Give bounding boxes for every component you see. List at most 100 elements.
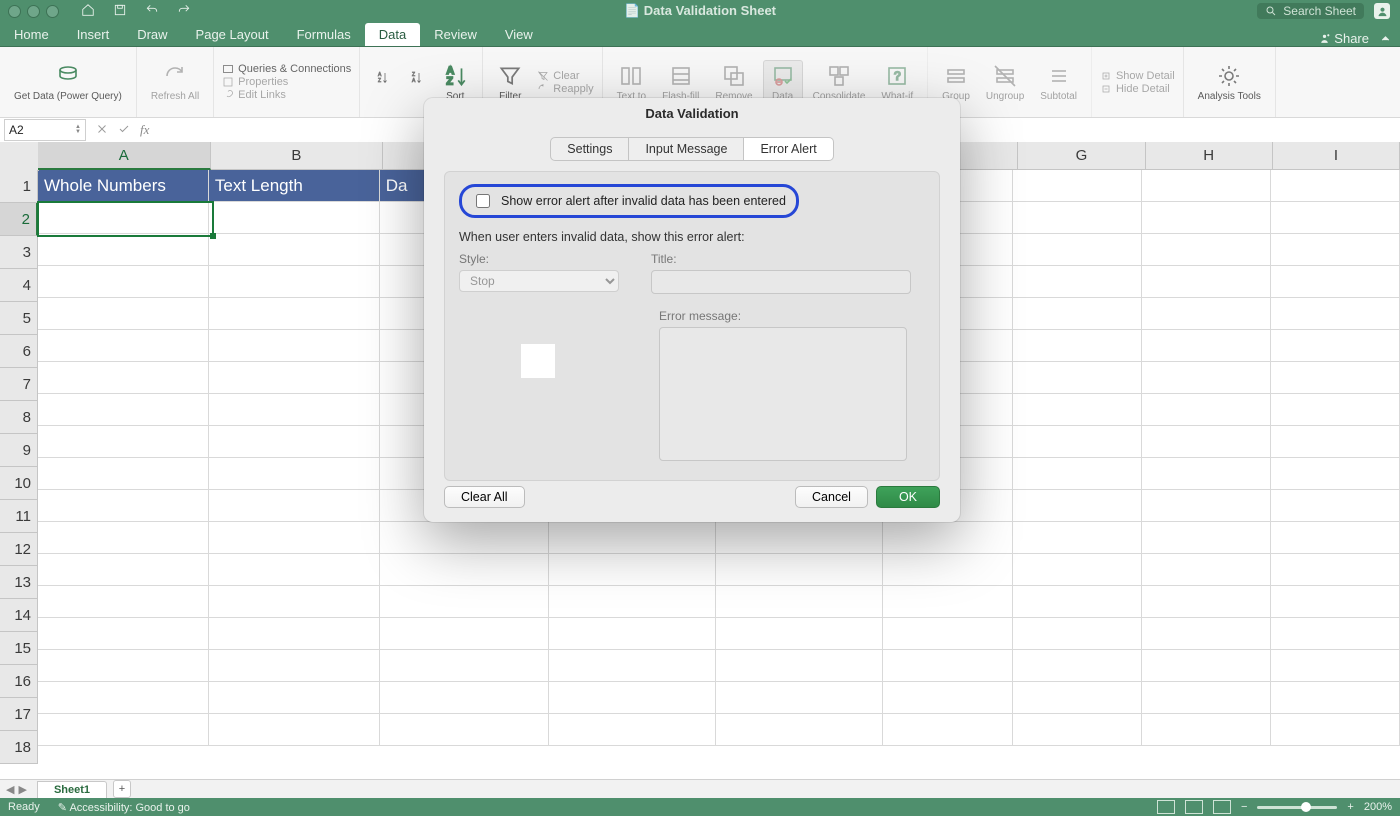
tab-formulas[interactable]: Formulas (283, 23, 365, 46)
cell-H1[interactable] (1142, 170, 1271, 202)
clear-filter-button[interactable]: Clear (537, 70, 579, 82)
cell-I2[interactable] (1271, 202, 1400, 234)
tab-draw[interactable]: Draw (123, 23, 181, 46)
cell-C15[interactable] (380, 618, 549, 650)
cell-E12[interactable] (716, 522, 883, 554)
cell-D13[interactable] (549, 554, 716, 586)
column-header-B[interactable]: B (211, 142, 384, 170)
cell-H2[interactable] (1142, 202, 1271, 234)
window-traffic-lights[interactable] (0, 5, 59, 18)
cell-E18[interactable] (716, 714, 883, 746)
row-header-16[interactable]: 16 (0, 665, 38, 698)
enter-formula-icon[interactable] (118, 123, 130, 138)
cell-G2[interactable] (1013, 202, 1142, 234)
cell-E16[interactable] (716, 650, 883, 682)
tab-view[interactable]: View (491, 23, 547, 46)
row-header-1[interactable]: 1 (0, 170, 38, 203)
sort-az-button[interactable]: AZ (368, 61, 398, 103)
cell-I12[interactable] (1271, 522, 1400, 554)
cell-A10[interactable] (38, 458, 209, 490)
cell-E17[interactable] (716, 682, 883, 714)
save-icon[interactable] (113, 3, 127, 20)
row-header-15[interactable]: 15 (0, 632, 38, 665)
row-header-5[interactable]: 5 (0, 302, 38, 335)
row-header-2[interactable]: 2 (0, 203, 38, 236)
undo-icon[interactable] (145, 3, 159, 20)
cell-A17[interactable] (38, 682, 209, 714)
cell-I5[interactable] (1271, 298, 1400, 330)
cell-E13[interactable] (716, 554, 883, 586)
cell-G9[interactable] (1013, 426, 1142, 458)
cell-A7[interactable] (38, 362, 209, 394)
cell-A6[interactable] (38, 330, 209, 362)
row-headers[interactable]: 123456789101112131415161718 (0, 170, 38, 780)
cell-A5[interactable] (38, 298, 209, 330)
row-header-12[interactable]: 12 (0, 533, 38, 566)
cell-F15[interactable] (883, 618, 1012, 650)
cell-F14[interactable] (883, 586, 1012, 618)
cell-D18[interactable] (549, 714, 716, 746)
cell-B12[interactable] (209, 522, 380, 554)
cancel-button[interactable]: Cancel (795, 486, 868, 508)
cell-B17[interactable] (209, 682, 380, 714)
share-button[interactable]: Share (1318, 31, 1369, 46)
sheet-nav-first-icon[interactable]: ◀ (6, 783, 14, 796)
cell-A3[interactable] (38, 234, 209, 266)
cell-B11[interactable] (209, 490, 380, 522)
cell-C17[interactable] (380, 682, 549, 714)
view-normal-icon[interactable] (1157, 800, 1175, 814)
column-header-I[interactable]: I (1273, 142, 1400, 170)
cell-B8[interactable] (209, 394, 380, 426)
cell-I1[interactable] (1271, 170, 1400, 202)
row-header-13[interactable]: 13 (0, 566, 38, 599)
cell-G4[interactable] (1013, 266, 1142, 298)
row-header-9[interactable]: 9 (0, 434, 38, 467)
cell-A8[interactable] (38, 394, 209, 426)
cell-H5[interactable] (1142, 298, 1271, 330)
cell-G6[interactable] (1013, 330, 1142, 362)
cell-I8[interactable] (1271, 394, 1400, 426)
cell-G10[interactable] (1013, 458, 1142, 490)
row-header-4[interactable]: 4 (0, 269, 38, 302)
sheet-nav-last-icon[interactable]: ▶ (18, 783, 26, 796)
get-data-button[interactable]: Get Data (Power Query) (8, 61, 128, 104)
cell-I16[interactable] (1271, 650, 1400, 682)
cell-I4[interactable] (1271, 266, 1400, 298)
dialog-tab-settings[interactable]: Settings (550, 137, 629, 161)
row-header-14[interactable]: 14 (0, 599, 38, 632)
alert-title-input[interactable] (651, 270, 911, 294)
cell-C13[interactable] (380, 554, 549, 586)
add-sheet-button[interactable]: + (113, 780, 131, 798)
cell-A16[interactable] (38, 650, 209, 682)
dialog-tab-input-message[interactable]: Input Message (629, 137, 744, 161)
cell-H18[interactable] (1142, 714, 1271, 746)
show-detail-button[interactable]: Show Detail (1100, 70, 1175, 82)
cell-F13[interactable] (883, 554, 1012, 586)
cell-D15[interactable] (549, 618, 716, 650)
view-page-break-icon[interactable] (1213, 800, 1231, 814)
zoom-in-button[interactable]: + (1347, 801, 1353, 813)
cell-E14[interactable] (716, 586, 883, 618)
error-message-textarea[interactable] (659, 327, 907, 461)
cell-B16[interactable] (209, 650, 380, 682)
cell-G16[interactable] (1013, 650, 1142, 682)
cell-B4[interactable] (209, 266, 380, 298)
hide-detail-button[interactable]: Hide Detail (1100, 83, 1170, 95)
show-error-alert-checkbox[interactable] (476, 194, 490, 208)
cell-I11[interactable] (1271, 490, 1400, 522)
cell-I3[interactable] (1271, 234, 1400, 266)
cell-F12[interactable] (883, 522, 1012, 554)
zoom-out-button[interactable]: − (1241, 801, 1247, 813)
cell-I10[interactable] (1271, 458, 1400, 490)
row-header-11[interactable]: 11 (0, 500, 38, 533)
cell-G17[interactable] (1013, 682, 1142, 714)
column-header-G[interactable]: G (1018, 142, 1145, 170)
row-header-18[interactable]: 18 (0, 731, 38, 764)
cell-A11[interactable] (38, 490, 209, 522)
cell-H8[interactable] (1142, 394, 1271, 426)
redo-icon[interactable] (177, 3, 191, 20)
home-icon[interactable] (81, 3, 95, 20)
cell-G14[interactable] (1013, 586, 1142, 618)
cell-H11[interactable] (1142, 490, 1271, 522)
cell-B3[interactable] (209, 234, 380, 266)
